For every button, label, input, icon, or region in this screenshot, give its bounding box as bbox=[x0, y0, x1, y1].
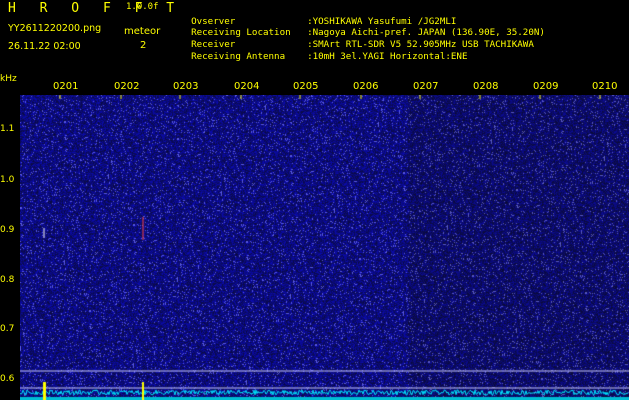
info-row-antenna: Receiving Antenna :10mH 3el.YAGI Horizont… bbox=[180, 40, 468, 62]
x-tick-label: 0203 bbox=[173, 81, 199, 92]
info-label: Receiving Antenna bbox=[191, 51, 286, 62]
app-version: 1.0.0f bbox=[126, 2, 159, 12]
x-tick-label: 0201 bbox=[53, 81, 79, 92]
x-tick-label: 0209 bbox=[533, 81, 559, 92]
x-tick-label: 0202 bbox=[114, 81, 140, 92]
x-tick-label: 0210 bbox=[592, 81, 618, 92]
y-tick-label: 1.0 bbox=[0, 175, 15, 185]
info-value: :10mH 3el.YAGI Horizontal:ENE bbox=[307, 51, 468, 62]
y-tick-label: 1.1 bbox=[0, 124, 15, 134]
x-tick-label: 0208 bbox=[473, 81, 499, 92]
meteor-count: 2 bbox=[140, 40, 147, 51]
date-time: 26.11.22 02:00 bbox=[8, 41, 81, 52]
y-tick-label: 0.6 bbox=[0, 374, 15, 384]
x-tick-label: 0204 bbox=[234, 81, 260, 92]
x-tick-label: 0205 bbox=[293, 81, 319, 92]
meteor-label: meteor bbox=[124, 26, 161, 37]
y-tick-label: 0.9 bbox=[0, 225, 15, 235]
x-tick-label: 0206 bbox=[353, 81, 379, 92]
y-tick-label: 0.7 bbox=[0, 324, 15, 334]
file-name: YY2611220200.png bbox=[8, 23, 102, 34]
y-axis-unit: kHz bbox=[0, 74, 17, 84]
y-tick-label: 0.8 bbox=[0, 275, 15, 285]
spectrogram bbox=[20, 95, 629, 400]
x-tick-label: 0207 bbox=[413, 81, 439, 92]
